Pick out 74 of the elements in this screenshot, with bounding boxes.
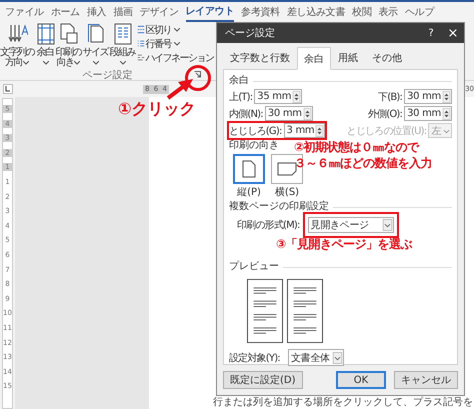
- ribbon-button[interactable]: 行番号: [136, 37, 222, 50]
- ribbon-tab[interactable]: 挿入: [86, 3, 106, 21]
- tab-selector-icon[interactable]: [2, 84, 12, 94]
- page-preview-drawing: [247, 279, 283, 343]
- ribbon-tab[interactable]: 参考資料: [241, 3, 280, 21]
- orientation-option[interactable]: [233, 154, 265, 184]
- spinner-icon[interactable]: [292, 90, 302, 102]
- field-label: 上(T):: [229, 90, 252, 104]
- ribbon-button[interactable]: サイズ: [82, 23, 110, 68]
- field-label: とじしろ(G):: [229, 124, 282, 138]
- section-heading: プレビュー: [229, 261, 279, 273]
- dialog-tab[interactable]: 用紙: [331, 47, 365, 69]
- option-label: 横(S): [274, 186, 300, 199]
- field-label: 設定対象(Y):: [229, 352, 280, 364]
- close-button[interactable]: ×: [442, 26, 464, 40]
- ribbon-tab[interactable]: 校閲: [352, 3, 372, 21]
- spinner-icon[interactable]: [315, 124, 324, 136]
- section-heading: 余白: [229, 75, 249, 87]
- spin-field[interactable]: 3 mm: [284, 123, 326, 138]
- highlight-circle: [185, 65, 211, 91]
- help-button[interactable]: ?: [420, 28, 442, 38]
- ribbon-tab[interactable]: デザイン: [140, 3, 179, 21]
- dialog-launcher-icon[interactable]: [194, 71, 201, 78]
- ribbon-button[interactable]: 区切り: [136, 23, 222, 36]
- ribbon-tab[interactable]: 表示: [378, 3, 398, 21]
- ribbon-tab[interactable]: ヘルプ: [404, 3, 434, 21]
- page-preview-drawing: [287, 279, 323, 343]
- ribbon-tab[interactable]: ホーム: [50, 3, 80, 21]
- ribbon-button[interactable]: 余白: [36, 23, 56, 68]
- dialog-tab[interactable]: 余白: [297, 47, 331, 70]
- section-heading: 印刷の向き: [229, 140, 279, 152]
- field-label: 内側(N):: [229, 108, 263, 120]
- group-label: ページ設定: [82, 68, 132, 82]
- caret-icon[interactable]: [332, 352, 343, 364]
- annotation-text: ①クリック: [118, 101, 196, 117]
- annotation-text: ②初期状態は０㎜なので: [294, 139, 420, 155]
- dropdown-field[interactable]: 見開きページ: [308, 217, 394, 233]
- spin-field[interactable]: 30 mm: [404, 106, 452, 121]
- dialog-tab[interactable]: その他: [365, 47, 409, 69]
- dialog-tab[interactable]: 文字数と行数: [223, 47, 297, 69]
- option-label: 縦(P): [237, 186, 261, 199]
- portrait-page-icon: [242, 160, 256, 178]
- dialog-button[interactable]: 既定に設定(D): [223, 371, 303, 389]
- field-label: とじしろの位置(U):: [346, 124, 426, 138]
- ribbon-tab[interactable]: 描画: [113, 3, 133, 21]
- dialog-button[interactable]: キャンセル: [394, 371, 458, 389]
- caret-icon[interactable]: [382, 219, 393, 231]
- document-text: 行または列を追加する場所をクリックして、プラス記号を: [213, 397, 474, 409]
- spin-field[interactable]: 35 mm: [254, 89, 302, 104]
- spin-field[interactable]: 30 mm: [264, 106, 313, 121]
- ribbon-tab[interactable]: ファイル: [5, 3, 44, 21]
- dropdown-field[interactable]: 文書全体: [288, 349, 344, 366]
- annotation-text: ③「見開きページ」を選ぶ: [276, 236, 412, 252]
- orientation-option[interactable]: [271, 154, 303, 184]
- spin-field[interactable]: 30 mm: [404, 89, 452, 104]
- field-label: 外側(O):: [368, 108, 402, 120]
- field-label: 下(B):: [378, 90, 402, 104]
- landscape-page-icon: [277, 162, 297, 176]
- annotation-text: ３～６㎜ほどの数値を入力: [294, 155, 432, 171]
- spinner-icon[interactable]: [442, 108, 451, 120]
- dialog-button[interactable]: OK: [336, 371, 386, 389]
- field-label: 印刷の形式(M):: [237, 218, 300, 232]
- ribbon-button[interactable]: 段組み: [110, 23, 136, 68]
- ribbon-button[interactable]: 印刷の 向き: [56, 23, 82, 68]
- breaks-icon: [136, 25, 144, 34]
- section-heading: 複数ページの印刷設定: [229, 201, 329, 213]
- hyphenation-icon: [136, 53, 144, 62]
- arrow: [166, 78, 194, 100]
- dialog-title: ページ設定: [225, 26, 276, 40]
- spinner-icon[interactable]: [302, 108, 312, 120]
- spinner-icon[interactable]: [442, 90, 451, 102]
- ribbon-button[interactable]: 文字列の 方向: [0, 23, 36, 68]
- line-numbers-icon: [136, 39, 144, 48]
- ribbon-tab[interactable]: 差し込み文書: [286, 3, 346, 21]
